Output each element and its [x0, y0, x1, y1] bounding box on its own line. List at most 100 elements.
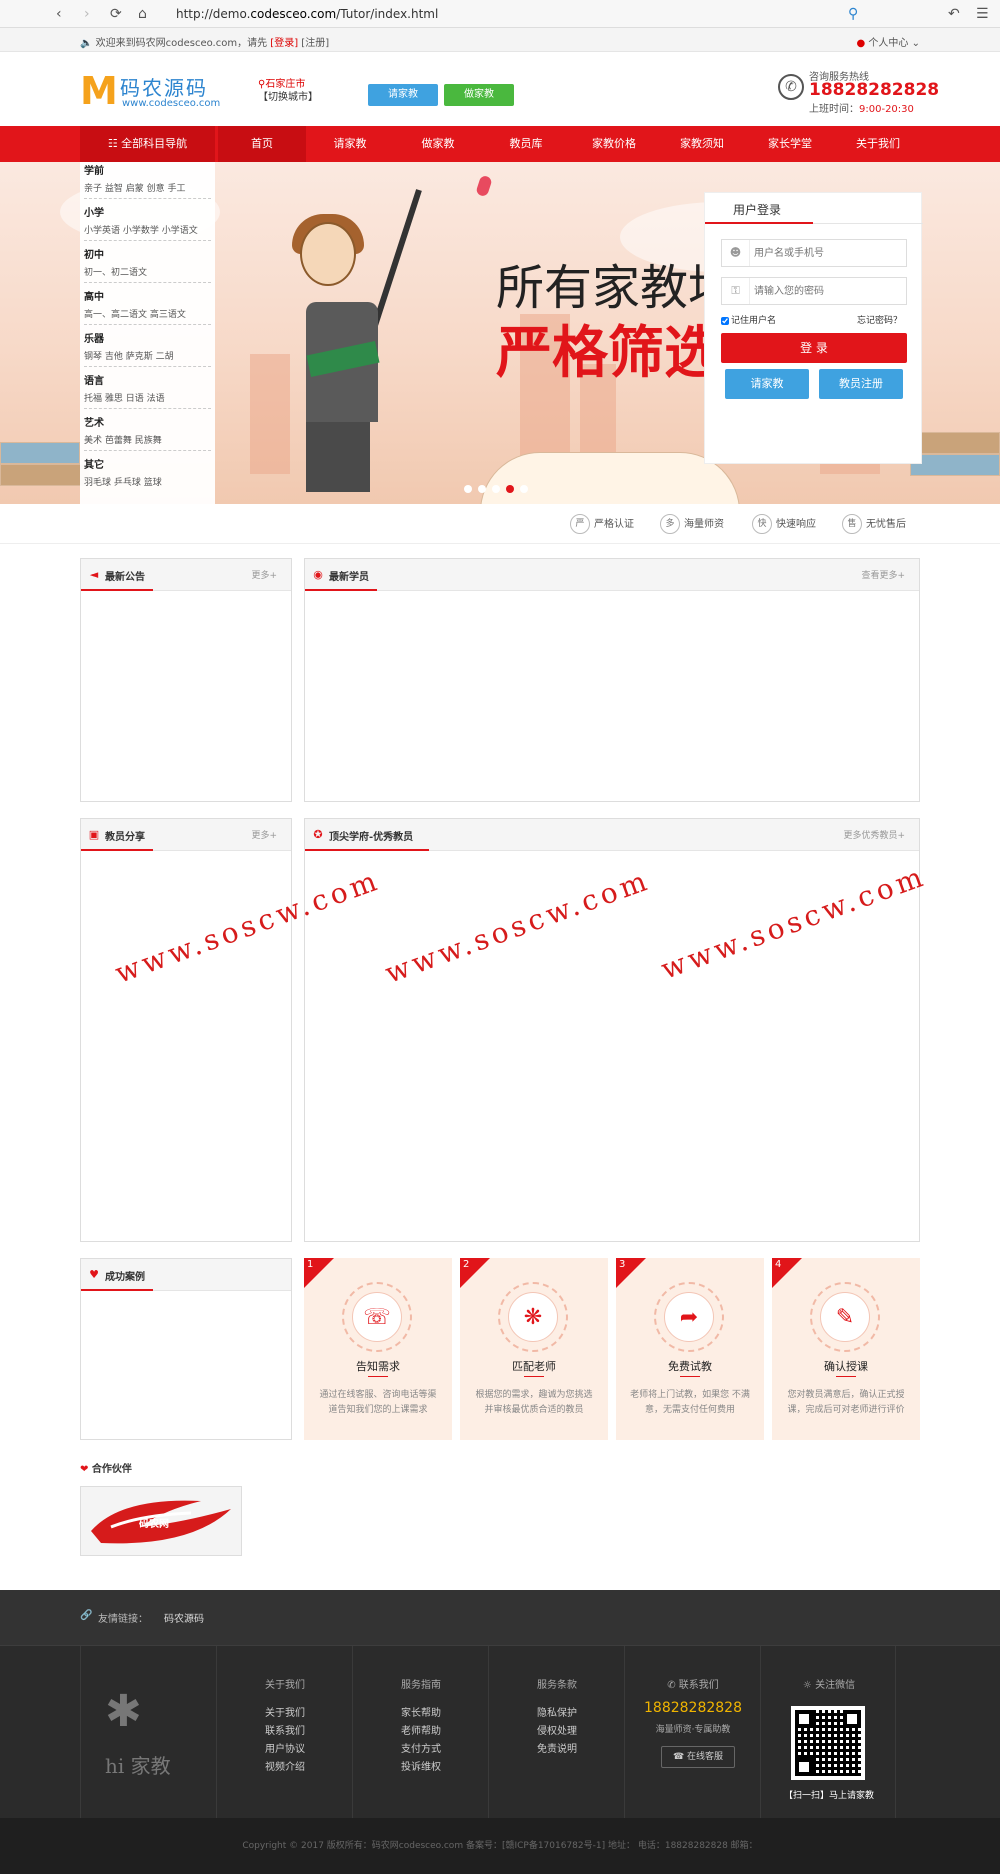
url-prefix: http://demo. [176, 7, 251, 21]
password-input[interactable] [754, 283, 902, 299]
remember-username[interactable]: 记住用户名 [721, 313, 776, 326]
partners-title: ❤ 合作伙伴 [80, 1464, 132, 1475]
slide-dot-active[interactable] [506, 485, 514, 493]
home-icon[interactable]: ⌂ [138, 6, 147, 22]
login-button[interactable]: 登 录 [721, 333, 907, 363]
more-link[interactable]: 更多优秀教员+ [843, 828, 905, 841]
more-link[interactable]: 查看更多+ [861, 568, 905, 581]
user-icon: ☻ [722, 240, 750, 266]
top-info-bar: 🔈 欢迎来到码农网codesceo.com，请先 [登录] [注册] ● 个人中… [0, 28, 1000, 52]
welcome-message: 🔈 欢迎来到码农网codesceo.com，请先 [登录] [注册] [80, 38, 330, 49]
contact-title: ✆ 联系我们 [667, 1680, 719, 1691]
remember-checkbox[interactable] [721, 316, 729, 325]
slide-dot[interactable] [520, 485, 528, 493]
document-icon: ✎ [820, 1292, 870, 1342]
nav-item-parents[interactable]: 家长学堂 [746, 126, 834, 162]
online-service-button[interactable]: ☎ 在线客服 [661, 1746, 735, 1768]
login-link[interactable]: [登录] [270, 38, 298, 49]
door-icon: ➦ [664, 1292, 714, 1342]
main-nav: ☷ 全部科目导航 首页 请家教 做家教 教员库 家教价格 家教须知 家长学堂 关… [0, 126, 1000, 162]
link-icon: 🔗 [80, 1610, 93, 1621]
slide-dot[interactable] [478, 485, 486, 493]
password-field[interactable]: ⚿ [721, 277, 907, 305]
heart-icon: ❤ [80, 1464, 92, 1475]
feature-item: 快快速响应 [752, 514, 816, 534]
latest-students-panel: ◉ 最新学员 查看更多+ [304, 558, 920, 802]
slide-dot[interactable] [464, 485, 472, 493]
back-icon[interactable]: ‹ [56, 6, 62, 22]
more-link[interactable]: 更多+ [251, 568, 277, 581]
badge-icon: 多 [660, 514, 680, 534]
partner-logo[interactable]: 码农网 [80, 1486, 242, 1556]
key-icon: ⚿ [722, 278, 750, 304]
book-icon: ▣ [88, 828, 100, 841]
request-tutor-button[interactable]: 请家教 [725, 369, 809, 399]
request-tutor-button[interactable]: 请家教 [368, 84, 438, 106]
pointer-tip [475, 174, 493, 198]
slide-dot[interactable] [492, 485, 500, 493]
contact-phone: 18828282828 [644, 1700, 742, 1716]
all-subjects-nav[interactable]: ☷ 全部科目导航 [80, 126, 215, 162]
undo-icon[interactable]: ↶ [948, 6, 960, 22]
category-group: 艺术 美术 芭蕾舞 民族舞 [84, 416, 211, 451]
address-bar[interactable]: http://demo.codesceo.com/Tutor/index.htm… [176, 4, 776, 24]
category-group: 乐器 钢琴 吉他 萨克斯 二胡 [84, 332, 211, 367]
divider [524, 1376, 544, 1377]
more-link[interactable]: 更多+ [251, 828, 277, 841]
title-underline [81, 589, 153, 591]
handshake-icon: ♥ [89, 1268, 99, 1281]
menu-icon[interactable]: ☰ [976, 6, 989, 22]
wechat-title: ☼ 关注微信 [802, 1680, 856, 1691]
book-stack-shape [910, 454, 1000, 476]
footer-contact: ✆ 联系我们 18828282828 海量师资·专属助教 ☎ 在线客服 [624, 1646, 760, 1818]
forgot-password-link[interactable]: 忘记密码？ [857, 313, 902, 326]
username-input[interactable] [754, 245, 902, 261]
teacher-skirt [306, 422, 370, 492]
become-tutor-button[interactable]: 做家教 [444, 84, 514, 106]
city-selector[interactable]: ⚲石家庄市 【切换城市】 [258, 78, 318, 104]
medal-icon: ✪ [313, 828, 323, 841]
user-icon: ● [856, 38, 869, 49]
register-link[interactable]: [注册] [301, 38, 329, 49]
chat-icon: ☎ [672, 1752, 688, 1762]
friend-link[interactable]: 码农源码 [164, 1610, 204, 1625]
book-stack-shape [0, 464, 90, 486]
feature-item: 严严格认证 [570, 514, 634, 534]
category-group: 学前 亲子 益智 启蒙 创意 手工 [84, 164, 211, 199]
login-panel: 用户登录 ☻ ⚿ 记住用户名 忘记密码？ 登 录 请家教 教员注册 [704, 192, 923, 464]
phone-icon: ✆ [778, 74, 804, 100]
login-title: 用户登录 [733, 203, 782, 217]
site-logo[interactable]: M 码农源码 www.codesceo.com [80, 70, 230, 112]
phone-icon: ✆ [667, 1680, 679, 1691]
search-icon[interactable]: ⚲ [848, 6, 858, 22]
feature-item: 多海量师资 [660, 514, 724, 534]
title-underline [81, 1289, 153, 1291]
nav-item-notice[interactable]: 家教须知 [658, 126, 746, 162]
category-group: 其它 羽毛球 乒乓球 篮球 [84, 460, 162, 488]
hotline: ✆ 咨询服务热线 18828282828 上班时间：9:00-20:30 [778, 68, 939, 115]
students-icon: ◉ [313, 568, 323, 581]
nav-item-prices[interactable]: 家教价格 [570, 126, 658, 162]
badge-icon: 售 [842, 514, 862, 534]
chevron-down-icon: ⌄ [911, 38, 920, 49]
nav-item-tutors[interactable]: 教员库 [482, 126, 570, 162]
tutor-register-button[interactable]: 教员注册 [819, 369, 903, 399]
username-field[interactable]: ☻ [721, 239, 907, 267]
forward-icon[interactable]: › [84, 6, 90, 22]
site-header: M 码农源码 www.codesceo.com ⚲石家庄市 【切换城市】 请家教… [0, 52, 1000, 126]
nav-item-become[interactable]: 做家教 [394, 126, 482, 162]
step-card: 3 ➦ 免费试教 老师将上门试教，如果您 不满意，无需支付任何费用 [616, 1258, 764, 1440]
megaphone-icon: ◄ [89, 568, 99, 581]
nav-item-home[interactable]: 首页 [218, 126, 306, 162]
nav-item-about[interactable]: 关于我们 [834, 126, 922, 162]
refresh-icon[interactable]: ⟳ [110, 6, 122, 22]
teacher-head [300, 222, 356, 286]
title-underline [81, 849, 153, 851]
url-path: /Tutor/index.html [336, 7, 439, 21]
badge-icon: 严 [570, 514, 590, 534]
nav-item-request[interactable]: 请家教 [306, 126, 394, 162]
headset-icon: ☏ [352, 1292, 402, 1342]
success-cases-panel: ♥ 成功案例 [80, 1258, 292, 1440]
divider [680, 1376, 700, 1377]
user-center-menu[interactable]: ● 个人中心 ⌄ [857, 34, 920, 49]
